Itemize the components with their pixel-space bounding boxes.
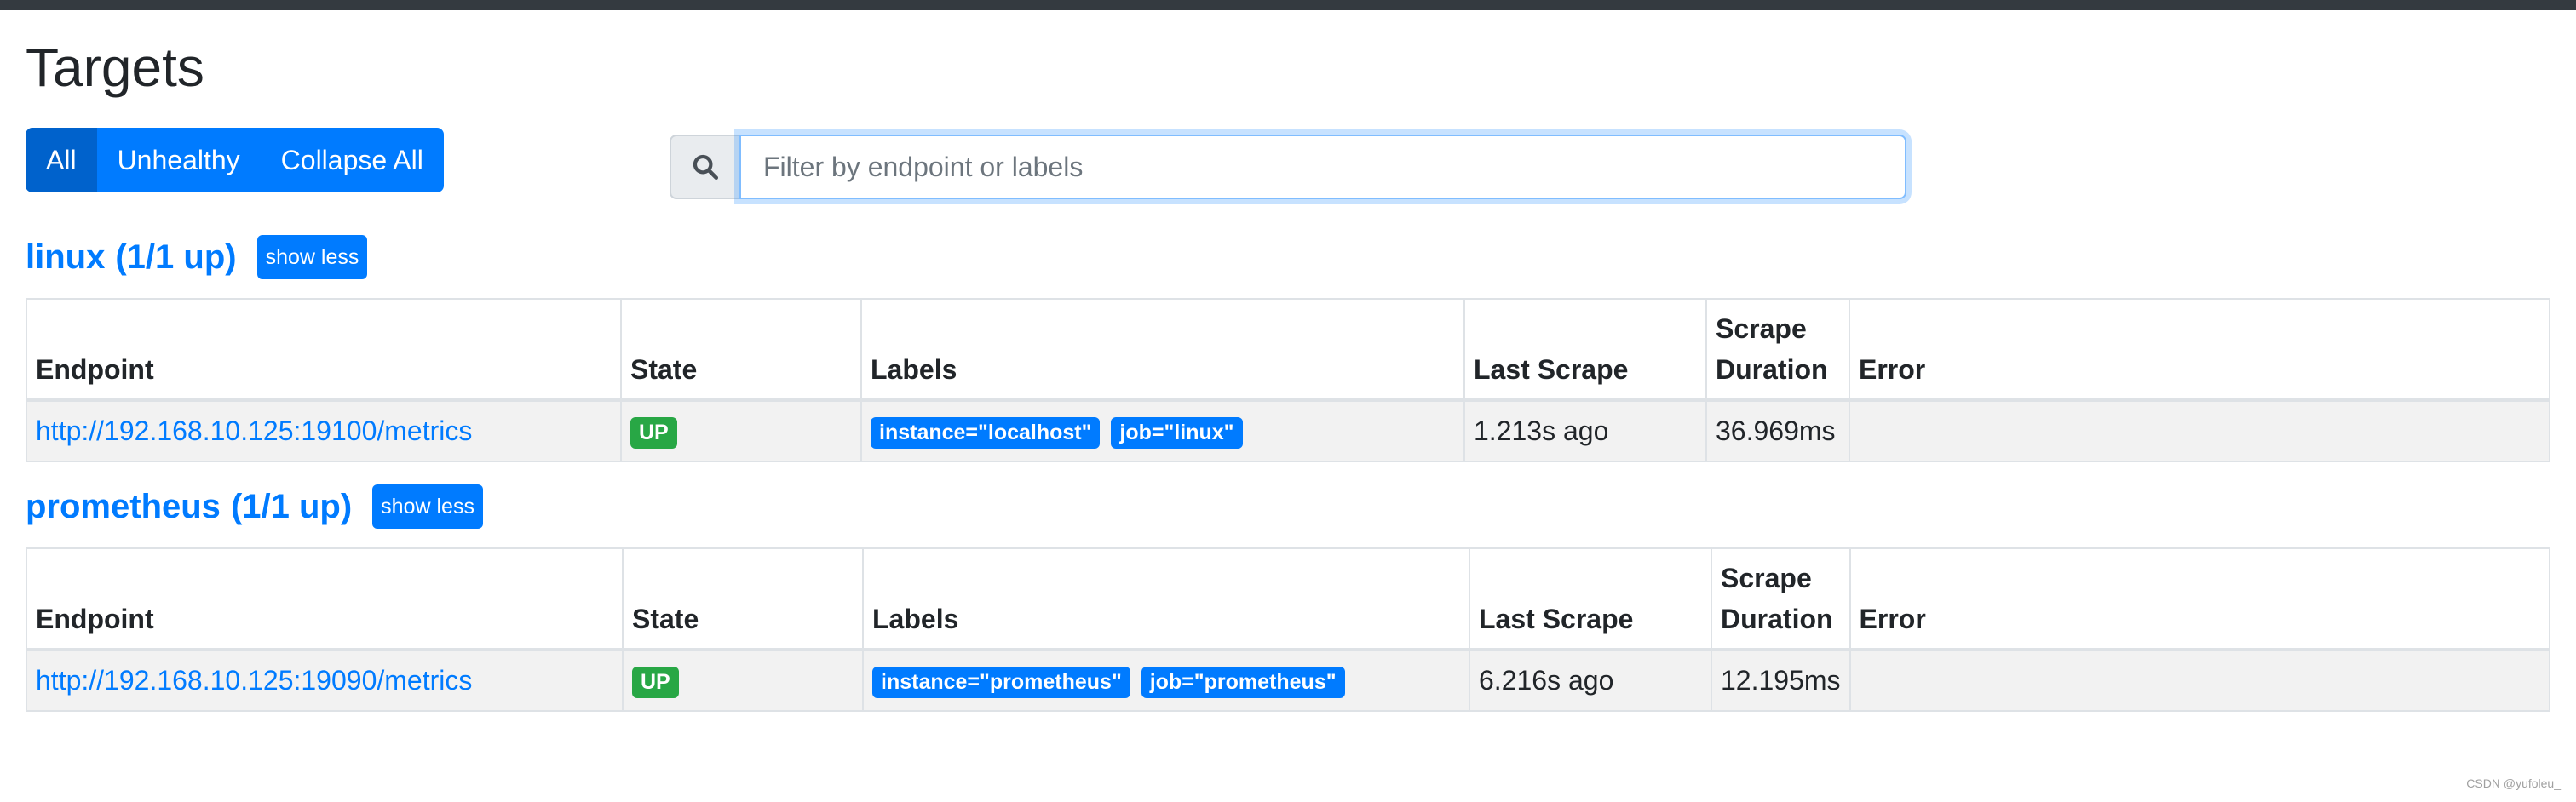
search-group [670,135,1906,200]
column-header-labels: Labels [862,547,1470,652]
collapse-all-button[interactable]: Collapse All [260,128,444,193]
endpoint-cell: http://192.168.10.125:19100/metrics [26,399,622,463]
column-header-state: State [620,298,862,403]
job-up-count: (1/1 up) [230,487,353,525]
column-header-scrape-duration: Scrape Duration [1705,298,1850,403]
state-badge: UP [632,666,679,698]
job-header: prometheus (1/1 up) show less [26,481,2550,532]
scrape-header-line-1: Scrape [1721,563,1812,594]
label-badge-job: job="linux" [1111,416,1243,449]
column-header-error: Error [1849,547,2551,652]
label-badge-instance: instance="prometheus" [872,666,1130,698]
filter-all-button[interactable]: All [26,128,97,193]
search-input[interactable] [739,135,1906,200]
endpoint-link[interactable]: http://192.168.10.125:19100/metrics [36,415,472,446]
job-title-link[interactable]: linux [26,238,105,277]
column-header-scrape-duration: Scrape Duration [1711,547,1851,652]
column-header-labels: Labels [860,298,1465,403]
table-header-row: Endpoint State Labels Last Scrape Scrape… [26,298,2550,403]
state-badge: UP [630,416,677,449]
error-cell [1849,649,2551,713]
filter-unhealthy-button[interactable]: Unhealthy [96,128,261,193]
labels-cell: instance="localhost" job="linux" [860,399,1465,463]
last-scrape-cell: 6.216s ago [1469,649,1712,713]
job-up-count: (1/1 up) [115,238,237,276]
targets-table: Endpoint State Labels Last Scrape Scrape… [26,547,2551,713]
scrape-header-line-2: Duration [1721,604,1833,635]
last-scrape-cell: 1.213s ago [1463,399,1707,463]
search-icon [670,135,739,200]
scrape-duration-cell: 12.195ms [1711,649,1851,713]
page-title: Targets [26,37,204,98]
page-container: Targets All Unhealthy Collapse All linux… [26,10,2551,713]
show-less-button[interactable]: show less [256,235,368,280]
error-cell [1849,399,2550,463]
state-cell: UP [622,649,864,713]
job-title-link[interactable]: prometheus [26,488,221,526]
table-row: http://192.168.10.125:19090/metrics UP i… [26,649,2551,713]
column-header-last-scrape: Last Scrape [1463,298,1707,403]
toolbar: All Unhealthy Collapse All [26,128,2550,213]
labels-cell: instance="prometheus" job="prometheus" [862,649,1470,713]
job-header: linux (1/1 up) show less [26,232,2550,283]
scrape-header-line-1: Scrape [1716,313,1807,345]
table-row: http://192.168.10.125:19100/metrics UP i… [26,399,2550,463]
scrape-duration-cell: 36.969ms [1705,399,1850,463]
state-cell: UP [620,399,862,463]
show-less-button[interactable]: show less [372,484,483,530]
top-navbar [0,0,2576,10]
column-header-state: State [622,547,864,652]
column-header-error: Error [1849,298,2550,403]
column-header-endpoint: Endpoint [26,547,624,652]
endpoint-cell: http://192.168.10.125:19090/metrics [26,649,624,713]
targets-table: Endpoint State Labels Last Scrape Scrape… [26,298,2550,463]
job-section-prometheus: prometheus (1/1 up) show less Endpoint S… [26,481,2551,713]
column-header-last-scrape: Last Scrape [1469,547,1712,652]
scrape-header-line-2: Duration [1716,354,1828,386]
table-header-row: Endpoint State Labels Last Scrape Scrape… [26,547,2551,652]
job-section-linux: linux (1/1 up) show less Endpoint State … [26,232,2550,463]
filter-button-group: All Unhealthy Collapse All [26,128,444,193]
watermark: CSDN @yufoleu_ [2466,776,2561,790]
column-header-endpoint: Endpoint [26,298,622,403]
label-badge-job: job="prometheus" [1141,666,1345,698]
label-badge-instance: instance="localhost" [871,416,1101,449]
endpoint-link[interactable]: http://192.168.10.125:19090/metrics [36,665,472,696]
